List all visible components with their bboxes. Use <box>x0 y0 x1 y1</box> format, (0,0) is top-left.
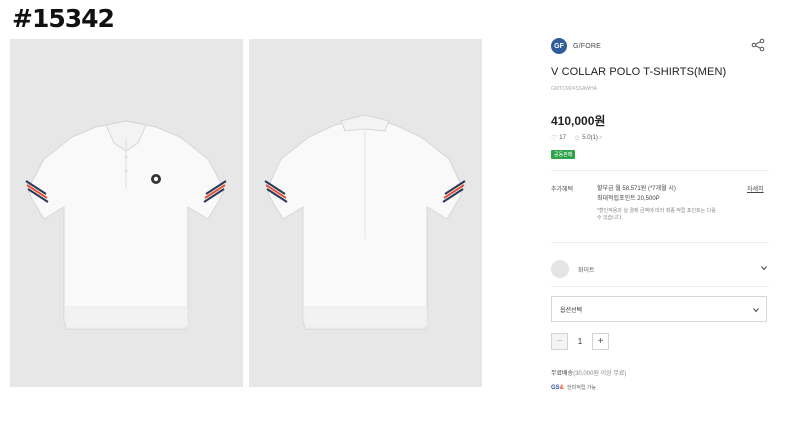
benefit-detail-link[interactable]: 자세히 <box>747 184 764 193</box>
product-image-front[interactable] <box>10 39 243 387</box>
product-code-tag: #15342 <box>12 4 115 33</box>
star-icon: ☆ <box>573 135 581 142</box>
chevron-down-icon <box>753 308 759 313</box>
quantity-value: 1 <box>577 337 583 346</box>
likes-count: 17 <box>559 135 566 141</box>
divider <box>551 170 769 171</box>
points-info: GS& 한미적립 가능 <box>551 384 597 392</box>
product-sku: GMTCM24SSAWHA <box>551 86 597 92</box>
points-info-text: 한미적립 가능 <box>567 385 597 391</box>
heart-icon: ♡ <box>551 135 558 142</box>
product-stats: ♡ 17 ☆ 5.0(1) › <box>551 134 602 142</box>
option-select-label: 옵션선택 <box>560 307 583 314</box>
installment-info: 할부금 월 58,571원 (*7개월 시) <box>597 186 676 192</box>
quantity-stepper: − 1 + <box>551 333 609 350</box>
option-select[interactable]: 옵션선택 <box>551 296 767 322</box>
brand-name[interactable]: G/FORE <box>573 43 601 50</box>
shipping-label: 무료배송 <box>551 371 574 377</box>
color-swatch <box>551 260 569 278</box>
quantity-decrease-button[interactable]: − <box>551 333 568 350</box>
brand-logo-icon: GF <box>551 38 567 54</box>
product-image-back[interactable] <box>249 39 482 387</box>
benefit-details: 할부금 월 58,571원 (*7개월 시) 최대적립포인트 20,500P <box>597 184 676 204</box>
divider <box>551 242 769 243</box>
divider <box>551 286 769 287</box>
chevron-right-icon: › <box>599 135 602 141</box>
polo-front-illustration <box>25 120 227 330</box>
chevron-down-icon <box>761 266 767 271</box>
status-badge: 공동판매 <box>551 150 576 159</box>
product-title: V COLLAR POLO T-SHIRTS(MEN) <box>551 66 727 78</box>
likes-stat[interactable]: ♡ 17 <box>551 134 566 142</box>
rating-stat[interactable]: ☆ 5.0(1) › <box>574 134 602 142</box>
brand-row[interactable]: GF G/FORE <box>551 38 601 54</box>
shipping-info: 무료배송(30,000원 이상 무료) <box>551 368 626 377</box>
color-option-label: 화이트 <box>578 267 595 274</box>
benefit-label: 추가혜택 <box>551 187 574 193</box>
polo-back-illustration <box>264 114 466 330</box>
max-points-info: 최대적립포인트 20,500P <box>597 196 660 202</box>
partner-logo-icon: GS& <box>551 384 565 391</box>
quantity-increase-button[interactable]: + <box>592 333 609 350</box>
share-icon[interactable] <box>751 38 765 52</box>
shipping-condition: (30,000원 이상 무료) <box>573 371 627 377</box>
rating-value: 5.0(1) <box>582 135 598 141</box>
color-option-row[interactable]: 화이트 <box>551 258 769 280</box>
benefit-note: *할인적용과 실 결제 금액에 따라 최종 적립 포인트는 다를 수 있습니다. <box>597 208 716 221</box>
product-price: 410,000원 <box>551 114 606 128</box>
